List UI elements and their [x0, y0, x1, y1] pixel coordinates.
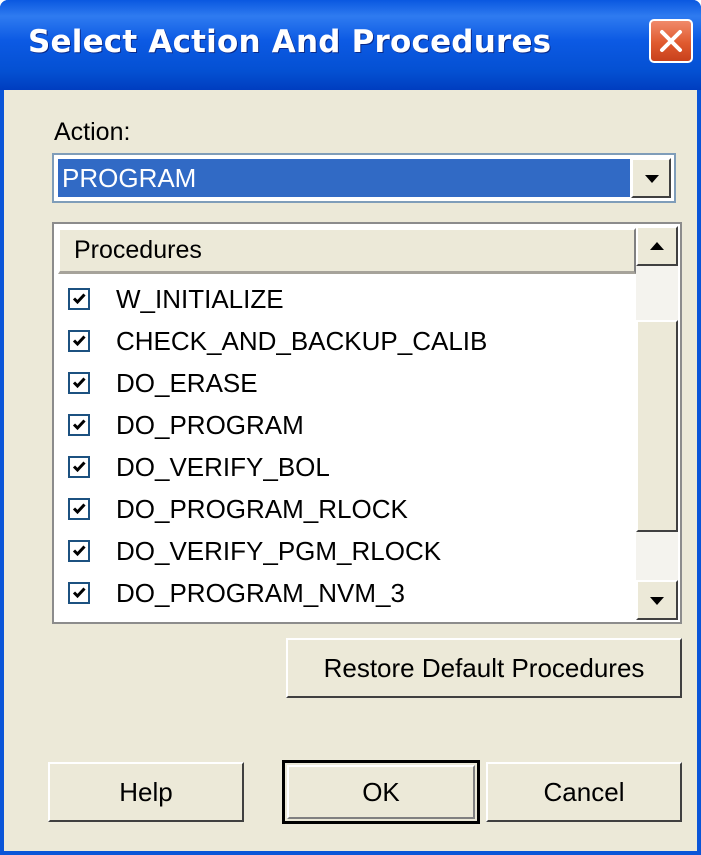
procedure-checkbox[interactable] — [68, 498, 90, 520]
procedure-checkbox[interactable] — [68, 540, 90, 562]
procedure-checkbox[interactable] — [68, 372, 90, 394]
cancel-button[interactable]: Cancel — [486, 762, 682, 822]
procedures-column-header[interactable]: Procedures — [58, 228, 636, 274]
procedure-label: DO_PROGRAM_NVM_3 — [116, 578, 405, 608]
scroll-up-button[interactable] — [636, 226, 678, 266]
procedure-row[interactable]: DO_PROGRAM_NVM_3 — [62, 572, 636, 614]
procedures-list[interactable]: Procedures W_INITIALIZE CHECK_AND_BACKUP_… — [52, 222, 682, 624]
procedure-label: DO_PROGRAM_RLOCK — [116, 494, 408, 524]
action-selected-value: PROGRAM — [58, 159, 630, 197]
help-button[interactable]: Help — [48, 762, 244, 822]
procedure-row[interactable]: DO_ERASE — [62, 362, 636, 404]
procedure-checkbox[interactable] — [68, 582, 90, 604]
procedure-row[interactable]: W_INITIALIZE — [62, 278, 636, 320]
scroll-down-button[interactable] — [636, 580, 678, 620]
procedure-checkbox[interactable] — [68, 330, 90, 352]
close-button[interactable] — [649, 19, 693, 63]
checkmark-icon — [72, 335, 86, 347]
procedure-row-partial[interactable] — [62, 614, 636, 622]
procedure-checkbox[interactable] — [68, 456, 90, 478]
dialog-window: Select Action And Procedures Action: PRO… — [0, 0, 701, 855]
procedure-label: CHECK_AND_BACKUP_CALIB — [116, 326, 488, 356]
checkmark-icon — [72, 503, 86, 515]
procedure-checkbox[interactable] — [68, 288, 90, 310]
procedures-rows: W_INITIALIZE CHECK_AND_BACKUP_CALIB DO_ERA… — [62, 278, 636, 622]
ok-button-label: OK — [362, 777, 400, 807]
procedure-row[interactable]: DO_VERIFY_BOL — [62, 446, 636, 488]
procedure-row[interactable]: CHECK_AND_BACKUP_CALIB — [62, 320, 636, 362]
checkmark-icon — [72, 587, 86, 599]
action-dropdown[interactable]: PROGRAM — [52, 153, 676, 203]
checkmark-icon — [72, 293, 86, 305]
checkmark-icon — [72, 419, 86, 431]
arrow-down-icon — [650, 597, 664, 605]
procedure-checkbox[interactable] — [68, 414, 90, 436]
procedure-label: DO_VERIFY_BOL — [116, 452, 330, 482]
arrow-up-icon — [650, 242, 664, 250]
chevron-down-icon — [645, 175, 659, 183]
dialog-title: Select Action And Procedures — [28, 24, 552, 60]
procedures-scrollbar[interactable] — [636, 226, 678, 620]
checkmark-icon — [72, 461, 86, 473]
procedure-row[interactable]: DO_PROGRAM — [62, 404, 636, 446]
procedure-label: DO_ERASE — [116, 368, 258, 398]
procedure-label: W_INITIALIZE — [116, 284, 284, 314]
procedure-label: DO_VERIFY_PGM_RLOCK — [116, 536, 442, 566]
scroll-thumb[interactable] — [636, 320, 678, 532]
procedure-row[interactable]: DO_PROGRAM_RLOCK — [62, 488, 636, 530]
restore-default-procedures-button[interactable]: Restore Default Procedures — [286, 638, 682, 698]
title-bar[interactable]: Select Action And Procedures — [0, 0, 701, 90]
action-label: Action: — [54, 118, 131, 146]
ok-button[interactable]: OK — [282, 760, 480, 824]
procedure-label: DO_PROGRAM — [116, 410, 304, 440]
close-icon — [660, 30, 682, 52]
checkmark-icon — [72, 377, 86, 389]
action-dropdown-button[interactable] — [631, 158, 671, 198]
procedure-row[interactable]: DO_VERIFY_PGM_RLOCK — [62, 530, 636, 572]
checkmark-icon — [72, 545, 86, 557]
